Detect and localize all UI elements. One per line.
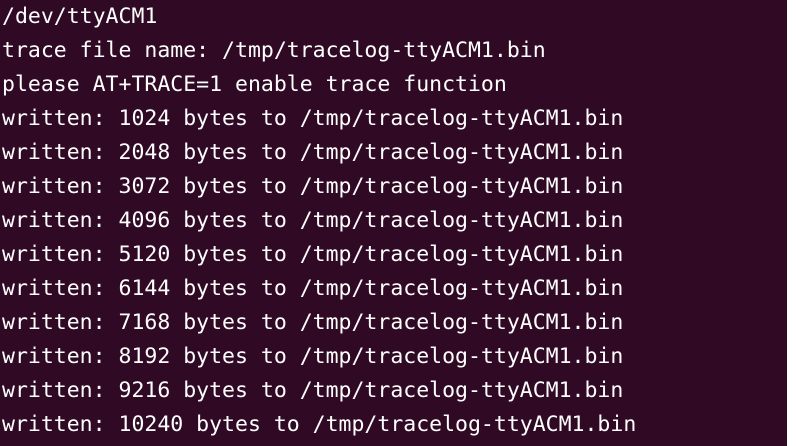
terminal-line-written: written: 8192 bytes to /tmp/tracelog-tty… — [2, 344, 624, 369]
terminal-line-trace-file: trace file name: /tmp/tracelog-ttyACM1.b… — [2, 38, 546, 63]
terminal-line-written: written: 9216 bytes to /tmp/tracelog-tty… — [2, 378, 624, 403]
terminal-line-written: written: 10240 bytes to /tmp/tracelog-tt… — [2, 412, 637, 437]
terminal-window[interactable]: /dev/ttyACM1 trace file name: /tmp/trace… — [0, 0, 787, 446]
terminal-line-written: written: 1024 bytes to /tmp/tracelog-tty… — [2, 106, 624, 131]
terminal-line-written: written: 5120 bytes to /tmp/tracelog-tty… — [2, 242, 624, 267]
terminal-line-written: written: 2048 bytes to /tmp/tracelog-tty… — [2, 140, 624, 165]
terminal-line-written: written: 7168 bytes to /tmp/tracelog-tty… — [2, 310, 624, 335]
terminal-line-written: written: 3072 bytes to /tmp/tracelog-tty… — [2, 174, 624, 199]
terminal-line-written: written: 4096 bytes to /tmp/tracelog-tty… — [2, 208, 624, 233]
terminal-line-instruction: please AT+TRACE=1 enable trace function — [2, 72, 507, 97]
terminal-line-device: /dev/ttyACM1 — [2, 4, 158, 29]
terminal-line-written: written: 6144 bytes to /tmp/tracelog-tty… — [2, 276, 624, 301]
